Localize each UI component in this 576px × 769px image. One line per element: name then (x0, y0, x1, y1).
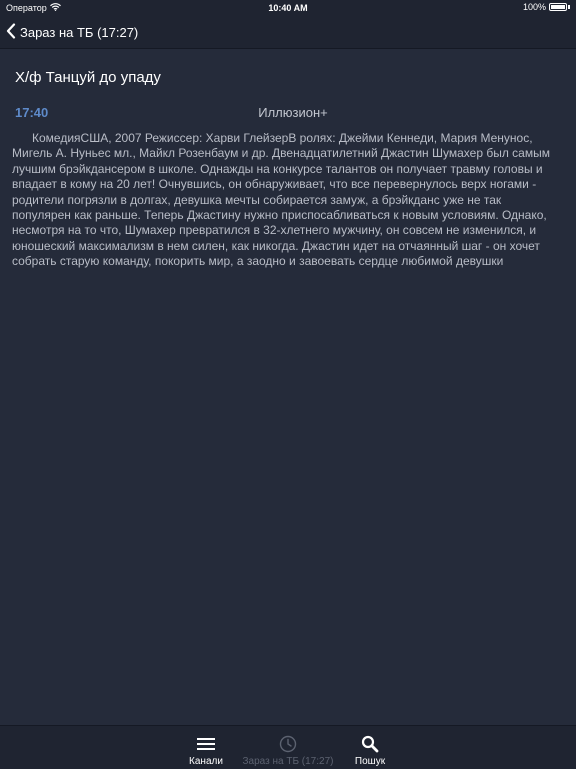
tab-search[interactable]: Пошук (340, 726, 400, 769)
program-description: КомедияСША, 2007 Режиссер: Харви Глейзер… (12, 131, 550, 269)
tab-channels[interactable]: Канали (176, 726, 236, 769)
tab-now-on-tv-label: Зараз на ТБ (17:27) (242, 756, 334, 767)
status-bar: Оператор 10:40 AM 100% (0, 0, 576, 16)
program-details: Х/ф Танцуй до упаду 17:40 Иллюзион+ Коме… (0, 49, 576, 725)
battery-icon (549, 3, 567, 11)
battery-tip (568, 5, 570, 9)
back-button-label: Зараз на ТБ (17:27) (20, 24, 139, 40)
list-icon (196, 734, 216, 754)
tab-search-label: Пошук (354, 756, 386, 767)
clock-icon (278, 734, 298, 754)
chevron-left-icon (6, 22, 16, 42)
search-icon (360, 734, 380, 754)
channel-name: Иллюзион+ (258, 105, 328, 120)
tab-bar: Канали Зараз на ТБ (17:27) Пошук (0, 725, 576, 769)
tab-channels-label: Канали (189, 756, 223, 767)
program-time: 17:40 (15, 105, 49, 120)
back-button[interactable]: Зараз на ТБ (17:27) (6, 22, 138, 42)
battery: 100% (523, 2, 570, 12)
status-time: 10:40 AM (268, 3, 308, 13)
battery-percent: 100% (522, 2, 546, 12)
battery-fill (551, 5, 565, 9)
program-title: Х/ф Танцуй до упаду (15, 69, 161, 86)
navigation-bar: Зараз на ТБ (17:27) (0, 16, 576, 49)
tab-now-on-tv[interactable]: Зараз на ТБ (17:27) (240, 726, 336, 769)
